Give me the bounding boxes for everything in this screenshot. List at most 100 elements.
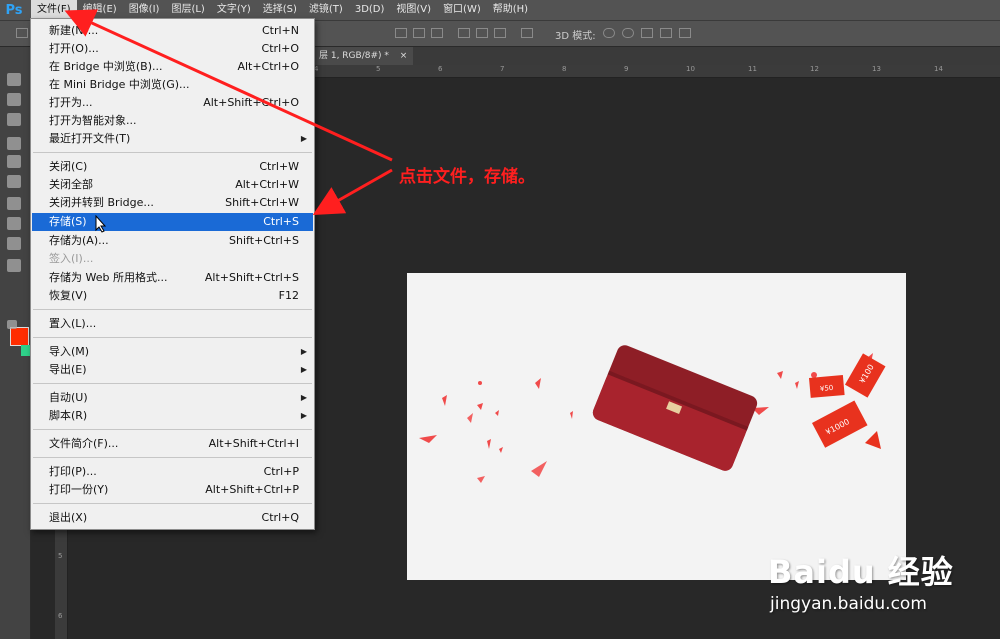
- path-select-tool-icon[interactable]: [7, 237, 21, 250]
- menu-close[interactable]: 关闭(C) Ctrl+W: [32, 158, 313, 176]
- menu-item-label: 打印一份(Y): [49, 483, 109, 496]
- menu-edit[interactable]: 编辑(E): [77, 0, 123, 20]
- menu-item-shortcut: Shift+Ctrl+W: [225, 196, 299, 209]
- confetti: [570, 411, 573, 419]
- menu-new[interactable]: 新建(N)... Ctrl+N: [32, 22, 313, 40]
- menu-item-label: 关闭全部: [49, 178, 93, 191]
- menu-place[interactable]: 置入(L)...: [32, 315, 313, 333]
- menu-print[interactable]: 打印(P)... Ctrl+P: [32, 463, 313, 481]
- move-tool-icon[interactable]: [16, 28, 28, 38]
- crop-tool-icon[interactable]: [7, 113, 21, 126]
- document-tab-label: 层 1, RGB/8#) *: [319, 51, 389, 61]
- menu-item-label: 关闭(C): [49, 160, 88, 173]
- menu-save-as[interactable]: 存储为(A)... Shift+Ctrl+S: [32, 232, 313, 250]
- menu-item-label: 自动(U): [49, 391, 88, 404]
- menu-image[interactable]: 图像(I): [123, 0, 166, 20]
- menu-automate[interactable]: 自动(U) ▶: [32, 389, 313, 407]
- menu-item-shortcut: Alt+Ctrl+O: [237, 60, 299, 73]
- menu-item-shortcut: Ctrl+S: [263, 215, 299, 228]
- menu-item-label: 签入(I)...: [49, 252, 94, 265]
- menu-import[interactable]: 导入(M) ▶: [32, 343, 313, 361]
- confetti: [477, 403, 483, 410]
- 3d-drag-icon[interactable]: [641, 28, 653, 38]
- foreground-color-swatch[interactable]: [10, 327, 29, 346]
- menu-close-all[interactable]: 关闭全部 Alt+Ctrl+W: [32, 176, 313, 194]
- menu-filter[interactable]: 滤镜(T): [303, 0, 349, 20]
- quick-mask-icon[interactable]: [7, 320, 17, 329]
- menu-recent-files[interactable]: 最近打开文件(T) ▶: [32, 130, 313, 148]
- confetti: [865, 431, 881, 449]
- ruler-mark: 8: [562, 65, 567, 73]
- menu-item-shortcut: Ctrl+N: [261, 24, 299, 37]
- menu-item-label: 置入(L)...: [49, 317, 97, 330]
- 3d-scale-icon[interactable]: [679, 28, 691, 38]
- confetti: [777, 371, 783, 379]
- lasso-tool-icon[interactable]: [7, 93, 21, 106]
- align-top-icon[interactable]: [395, 28, 407, 38]
- menu-revert[interactable]: 恢复(V) F12: [32, 287, 313, 305]
- close-icon[interactable]: ×: [400, 51, 408, 61]
- menu-item-shortcut: Ctrl+W: [259, 160, 299, 173]
- background-color-swatch[interactable]: [21, 345, 30, 356]
- menu-separator: [33, 457, 312, 458]
- align-left-icon[interactable]: [458, 28, 470, 38]
- ruler-mark: 12: [810, 65, 819, 73]
- menu-file-info[interactable]: 文件简介(F)... Alt+Shift+Ctrl+I: [32, 435, 313, 453]
- align-center-icon[interactable]: [476, 28, 488, 38]
- pen-tool-icon[interactable]: [7, 217, 21, 230]
- eraser-tool-icon[interactable]: [7, 175, 21, 188]
- align-middle-icon[interactable]: [413, 28, 425, 38]
- menu-open[interactable]: 打开(O)... Ctrl+O: [32, 40, 313, 58]
- document-tab[interactable]: 层 1, RGB/8#) * ×: [313, 47, 414, 65]
- marquee-tool-icon[interactable]: [7, 73, 21, 86]
- menu-export[interactable]: 导出(E) ▶: [32, 361, 313, 379]
- confetti: [419, 435, 437, 443]
- 3d-slide-icon[interactable]: [660, 28, 672, 38]
- menu-open-as[interactable]: 打开为... Alt+Shift+Ctrl+O: [32, 94, 313, 112]
- menu-separator: [33, 383, 312, 384]
- menu-close-go-bridge[interactable]: 关闭并转到 Bridge... Shift+Ctrl+W: [32, 194, 313, 212]
- menu-browse-bridge[interactable]: 在 Bridge 中浏览(B)... Alt+Ctrl+O: [32, 58, 313, 76]
- menu-item-label: 退出(X): [49, 511, 88, 524]
- align-bottom-icon[interactable]: [431, 28, 443, 38]
- coupon-50: ¥50: [809, 375, 845, 398]
- document-canvas[interactable]: ¥50 ¥100 ¥1000: [407, 273, 906, 580]
- menu-item-shortcut: Alt+Shift+Ctrl+O: [203, 96, 299, 109]
- spot-healing-tool-icon[interactable]: [7, 137, 21, 150]
- menu-3d[interactable]: 3D(D): [349, 0, 391, 20]
- menu-open-smart-object[interactable]: 打开为智能对象...: [32, 112, 313, 130]
- hand-tool-icon[interactable]: [7, 259, 21, 272]
- menu-item-label: 脚本(R): [49, 409, 88, 422]
- menu-save[interactable]: 存储(S) Ctrl+S: [32, 213, 313, 233]
- distribute-icon[interactable]: [521, 28, 533, 38]
- menu-item-label: 存储为 Web 所用格式...: [49, 271, 168, 284]
- menu-window[interactable]: 窗口(W): [437, 0, 487, 20]
- menu-file[interactable]: 文件(F): [31, 0, 77, 20]
- coupon-label: ¥50: [820, 384, 834, 393]
- ruler-mark: 6: [58, 612, 63, 620]
- menu-help[interactable]: 帮助(H): [487, 0, 534, 20]
- menu-layer[interactable]: 图层(L): [165, 0, 210, 20]
- menu-item-label: 存储(S): [49, 215, 87, 228]
- menu-view[interactable]: 视图(V): [390, 0, 437, 20]
- menu-item-shortcut: Alt+Shift+Ctrl+S: [204, 271, 299, 284]
- menu-print-one-copy[interactable]: 打印一份(Y) Alt+Shift+Ctrl+P: [32, 481, 313, 499]
- menu-browse-mini-bridge[interactable]: 在 Mini Bridge 中浏览(G)...: [32, 76, 313, 94]
- stamp-tool-icon[interactable]: [7, 155, 21, 168]
- menu-separator: [33, 152, 312, 153]
- menu-save-for-web[interactable]: 存储为 Web 所用格式... Alt+Shift+Ctrl+S: [32, 269, 313, 287]
- menu-item-label: 最近打开文件(T): [49, 132, 131, 145]
- align-right-icon[interactable]: [494, 28, 506, 38]
- tools-panel: [0, 47, 31, 639]
- blur-tool-icon[interactable]: [7, 197, 21, 210]
- menu-select[interactable]: 选择(S): [257, 0, 303, 20]
- menu-exit[interactable]: 退出(X) Ctrl+Q: [32, 509, 313, 527]
- 3d-rotate-icon[interactable]: [603, 28, 615, 38]
- menu-item-label: 打开为...: [49, 96, 93, 109]
- 3d-roll-icon[interactable]: [622, 28, 634, 38]
- menu-scripts[interactable]: 脚本(R) ▶: [32, 407, 313, 425]
- menu-type[interactable]: 文字(Y): [211, 0, 257, 20]
- menu-item-shortcut: F12: [278, 289, 299, 302]
- ruler-mark: 5: [58, 552, 63, 560]
- menu-item-label: 恢复(V): [49, 289, 88, 302]
